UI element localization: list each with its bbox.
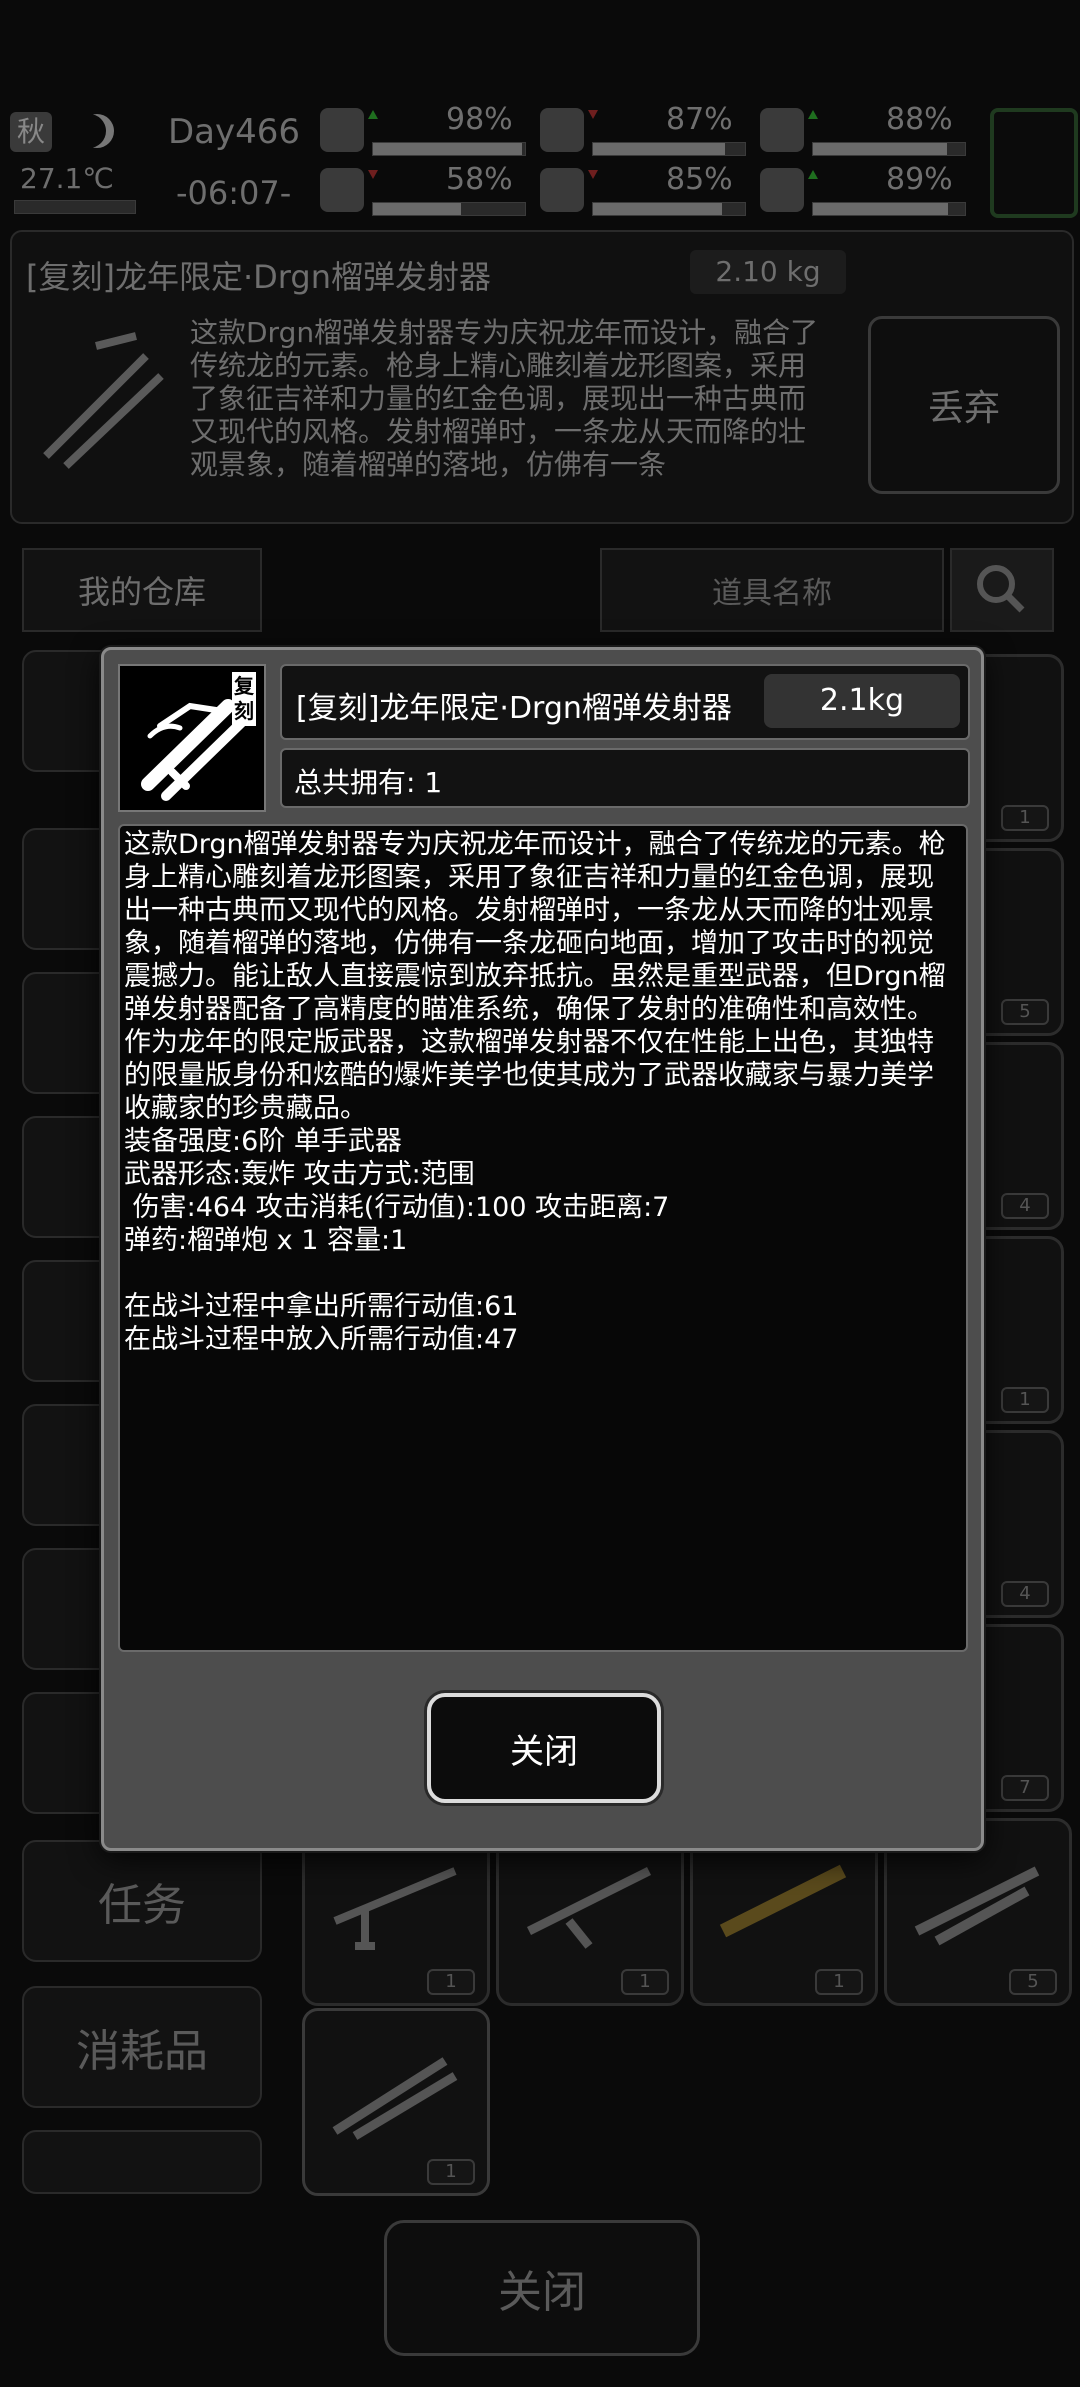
- bladder-icon: [760, 108, 804, 152]
- slot-count: 1: [427, 2159, 475, 2185]
- stat-bar-fill: [813, 203, 949, 215]
- slot-count: 1: [621, 1969, 669, 1995]
- bottom-close-button[interactable]: 关闭: [384, 2220, 700, 2356]
- stat-value: 88%: [886, 102, 953, 137]
- stat-bar: [592, 202, 746, 216]
- trend-down-icon: [368, 170, 378, 179]
- stat-value: 98%: [446, 102, 513, 137]
- search-input[interactable]: 道具名称: [600, 548, 944, 632]
- slot-count: 5: [1001, 999, 1049, 1025]
- stat-bar-fill: [373, 143, 522, 155]
- stat-value: 85%: [666, 162, 733, 197]
- season-badge: 秋: [10, 112, 52, 152]
- item-weight: 2.1kg: [819, 683, 905, 718]
- trend-down-icon: [588, 110, 598, 119]
- grenade-launcher-icon: [43, 332, 164, 469]
- item-title-box: [复刻]龙年限定·Drgn榴弹发射器 2.1kg: [280, 664, 970, 740]
- item-weight-badge: 2.1kg: [764, 674, 960, 728]
- item-icon: 复刻: [118, 664, 266, 812]
- season-label: 秋: [16, 115, 45, 148]
- owned-count: 总共拥有: 1: [294, 766, 443, 799]
- medkit-icon: [320, 108, 364, 152]
- temperature-bar: [14, 200, 136, 214]
- heart-icon: [760, 168, 804, 212]
- discard-button[interactable]: 丢弃: [868, 316, 1060, 494]
- close-button[interactable]: 关闭: [427, 1693, 661, 1803]
- side-tab-consumables[interactable]: 消耗品: [22, 1986, 262, 2108]
- day-label: Day466: [168, 112, 301, 152]
- side-tab-tasks[interactable]: 任务: [22, 1840, 262, 1962]
- trend-up-icon: [808, 170, 818, 179]
- item-description: 这款Drgn榴弹发射器专为庆祝龙年而设计，融合了传统龙的元素。枪身上精心雕刻着龙…: [124, 829, 946, 1355]
- slot-count: 4: [1001, 1581, 1049, 1607]
- close-label: 关闭: [510, 1731, 578, 1772]
- stat-bar-fill: [593, 203, 723, 215]
- stat-bar: [812, 202, 966, 216]
- trend-up-icon: [368, 110, 378, 119]
- temperature-label: 27.1℃: [20, 162, 114, 195]
- sniper-rifle-icon: [333, 1867, 457, 1950]
- side-tab-partial[interactable]: [22, 2130, 262, 2194]
- map-button[interactable]: [990, 108, 1078, 218]
- minigun-icon: [914, 1866, 1040, 1946]
- bg-item-weight-box: 2.10 kg: [690, 250, 846, 294]
- item-title: [复刻]龙年限定·Drgn榴弹发射器: [296, 691, 732, 726]
- stat-bar: [372, 142, 526, 156]
- search-placeholder: 道具名称: [712, 576, 832, 611]
- stat-value: 87%: [666, 102, 733, 137]
- bg-item-icon: [26, 316, 176, 476]
- slot-count: 4: [1001, 1193, 1049, 1219]
- warehouse-label: 我的仓库: [77, 573, 206, 611]
- stat-value: 89%: [886, 162, 953, 197]
- stat-bar-fill: [813, 143, 947, 155]
- water-drop-icon: [540, 168, 584, 212]
- stat-bar: [592, 142, 746, 156]
- warehouse-tab[interactable]: 我的仓库: [22, 548, 262, 632]
- reprint-badge: 复刻: [234, 674, 254, 723]
- stat-bar: [372, 202, 526, 216]
- stat-bar-fill: [373, 203, 462, 215]
- stat-bar: [812, 142, 966, 156]
- item-description-box[interactable]: 这款Drgn榴弹发射器专为庆祝龙年而设计，融合了传统龙的元素。枪身上精心雕刻着龙…: [118, 824, 968, 1652]
- rifle-icon: [526, 1866, 652, 1949]
- slot-count: 1: [1001, 1387, 1049, 1413]
- bg-item-title: [复刻]龙年限定·Drgn榴弹发射器: [26, 258, 491, 296]
- slot-count: 1: [427, 1969, 475, 1995]
- moon-icon: [80, 114, 114, 148]
- search-icon[interactable]: [950, 548, 1054, 632]
- slot-count: 1: [815, 1969, 863, 1995]
- grenade-launcher-icon: [332, 2057, 458, 2140]
- side-tab-consumables-label: 消耗品: [76, 2026, 208, 2077]
- stat-bar-fill: [593, 143, 726, 155]
- bg-item-weight: 2.10 kg: [715, 255, 821, 288]
- inventory-slot[interactable]: 1: [302, 2008, 490, 2196]
- side-tab-tasks-label: 任务: [98, 1880, 186, 1931]
- bottom-close-label: 关闭: [498, 2267, 586, 2318]
- trend-down-icon: [588, 170, 598, 179]
- bg-item-desc: 这款Drgn榴弹发射器专为庆祝龙年而设计，融合了传统龙的元素。枪身上精心雕刻着龙…: [190, 316, 819, 481]
- slot-count: 5: [1009, 1969, 1057, 1995]
- stat-value: 58%: [446, 162, 513, 197]
- trend-up-icon: [808, 110, 818, 119]
- discard-label: 丢弃: [927, 388, 1000, 429]
- time-label: -06:07-: [176, 174, 292, 212]
- golden-gun-icon: [719, 1864, 847, 1938]
- boot-icon: [320, 168, 364, 212]
- slot-count: 1: [1001, 805, 1049, 831]
- item-info-dialog: 复刻 [复刻]龙年限定·Drgn榴弹发射器 2.1kg 总共拥有: 1 这款Dr…: [101, 647, 984, 1851]
- stomach-icon: [540, 108, 584, 152]
- owned-count-box: 总共拥有: 1: [280, 748, 970, 808]
- slot-count: 7: [1001, 1775, 1049, 1801]
